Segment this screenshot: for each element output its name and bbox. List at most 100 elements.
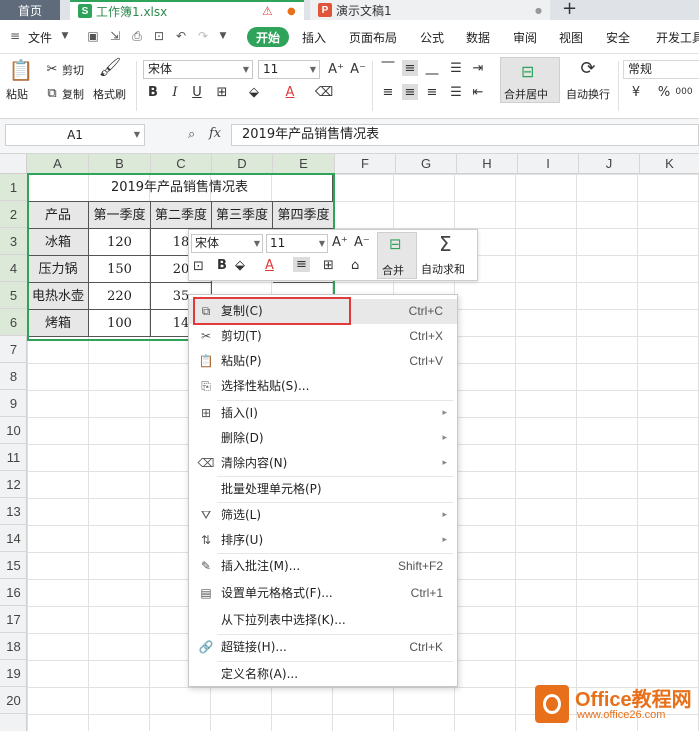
row-header[interactable]: 1 <box>0 174 27 201</box>
menu-security[interactable]: 安全 <box>606 29 630 46</box>
row-header[interactable]: 8 <box>0 363 27 390</box>
menu-item-sort[interactable]: ⇅ 排序(U) ▸ <box>189 528 457 553</box>
wrap-text-button[interactable]: 自动换行 <box>566 86 610 102</box>
row-header[interactable]: 5 <box>0 282 27 309</box>
mini-autosum-button[interactable]: 自动求和 <box>421 261 465 277</box>
save-icon[interactable]: ▣ <box>86 29 100 43</box>
menu-item-paste[interactable]: 📋 粘贴(P) Ctrl+V <box>189 349 457 374</box>
fill-color-icon[interactable]: ⬙ <box>235 258 245 273</box>
column-header-f[interactable]: F <box>335 154 396 174</box>
clear-format-icon[interactable]: ⌂ <box>351 258 359 273</box>
menu-formulas[interactable]: 公式 <box>420 29 444 46</box>
row-header[interactable]: 20 <box>0 687 27 714</box>
chevron-down-icon[interactable]: ▼ <box>216 29 230 43</box>
new-tab-button[interactable]: + <box>562 0 577 19</box>
merge-center-button[interactable]: ⊟ 合并居中 <box>500 57 560 103</box>
table-cell[interactable]: 压力锅 <box>27 256 89 283</box>
tab-presentation[interactable]: P 演示文稿1 ● <box>310 0 550 20</box>
row-header[interactable]: 12 <box>0 471 27 498</box>
menu-data[interactable]: 数据 <box>466 29 490 46</box>
print-preview-icon[interactable]: ⊡ <box>152 29 166 43</box>
column-header-e[interactable]: E <box>273 154 335 174</box>
align-middle-icon[interactable]: ≡ <box>402 60 418 76</box>
row-header[interactable]: 15 <box>0 552 27 579</box>
chevron-down-icon[interactable]: ▼ <box>58 29 72 43</box>
menu-item-insert[interactable]: ⊞ 插入(I) ▸ <box>189 401 457 426</box>
cut-button[interactable]: 剪切 <box>62 62 84 78</box>
column-header-g[interactable]: G <box>396 154 457 174</box>
table-header-cell[interactable]: 第一季度 <box>89 202 151 229</box>
indent-icon[interactable]: ⇥ <box>470 60 486 76</box>
mini-merge-button[interactable]: ⊟ 合并 <box>377 232 417 279</box>
menu-start[interactable]: 开始 <box>247 27 289 47</box>
menu-item-clear-contents[interactable]: ⌫ 清除内容(N) ▸ <box>189 451 457 476</box>
column-header-b[interactable]: B <box>89 154 151 174</box>
table-cell[interactable]: 烤箱 <box>27 310 89 337</box>
menu-item-hyperlink[interactable]: 🔗 超链接(H)... Ctrl+K <box>189 635 457 660</box>
copy-icon[interactable]: ⧉ <box>44 85 60 101</box>
menu-item-batch-process[interactable]: 批量处理单元格(P) <box>189 477 457 502</box>
fx-button[interactable]: fx <box>209 126 221 141</box>
align-justify-icon[interactable]: ☰ <box>448 60 464 76</box>
font-name-select[interactable]: 宋体 ▼ <box>143 60 253 79</box>
column-header-k[interactable]: K <box>640 154 699 174</box>
menu-item-filter[interactable]: ⛛ 筛选(L) ▸ <box>189 503 457 528</box>
row-header[interactable]: 6 <box>0 309 27 336</box>
increase-font-icon[interactable]: A⁺ <box>328 61 344 77</box>
copy-button[interactable]: 复制 <box>62 86 84 102</box>
border-icon[interactable]: ⊞ <box>214 84 230 100</box>
format-painter-icon[interactable]: 🖌 <box>99 57 122 78</box>
italic-button[interactable]: I <box>167 84 183 100</box>
hamburger-icon[interactable]: ≡ <box>8 29 22 43</box>
number-format-select[interactable]: 常规 <box>623 60 699 79</box>
thousands-button[interactable]: 000 <box>675 84 692 100</box>
menu-insert[interactable]: 插入 <box>302 29 326 46</box>
table-header-cell[interactable]: 第二季度 <box>151 202 212 229</box>
align-top-icon[interactable]: ⎺ <box>380 60 396 76</box>
align-center-icon[interactable]: ≡ <box>402 84 418 100</box>
table-style-icon[interactable]: ⊡ <box>193 259 204 274</box>
column-header-a[interactable]: A <box>27 154 89 174</box>
mini-font-name-select[interactable]: 宋体 ▼ <box>191 234 263 253</box>
menu-review[interactable]: 审阅 <box>513 29 537 46</box>
table-cell[interactable]: 冰箱 <box>27 229 89 256</box>
export-icon[interactable]: ⇲ <box>108 29 122 43</box>
row-header[interactable]: 3 <box>0 228 27 255</box>
paste-button[interactable]: 粘贴 <box>6 86 28 102</box>
align-center-icon[interactable]: ≡ <box>293 257 310 272</box>
table-cell[interactable]: 150 <box>89 256 151 283</box>
menu-view[interactable]: 视图 <box>559 29 583 46</box>
fill-color-icon[interactable]: ⬙ <box>246 84 262 100</box>
sum-icon[interactable]: Σ <box>439 232 452 256</box>
row-header[interactable]: 18 <box>0 633 27 660</box>
formula-input[interactable]: 2019年产品销售情况表 <box>231 124 699 146</box>
undo-icon[interactable]: ↶ <box>174 29 188 43</box>
row-header[interactable]: 7 <box>0 336 27 363</box>
column-header-d[interactable]: D <box>212 154 273 174</box>
bold-button[interactable]: B <box>145 84 161 100</box>
print-icon[interactable]: ⎙ <box>130 29 144 43</box>
column-header-j[interactable]: J <box>579 154 640 174</box>
decrease-font-icon[interactable]: A⁻ <box>350 61 366 77</box>
row-header[interactable]: 17 <box>0 606 27 633</box>
scissors-icon[interactable]: ✂ <box>44 61 60 77</box>
redo-icon[interactable]: ↷ <box>196 29 210 43</box>
menu-file[interactable]: 文件 <box>28 29 52 46</box>
table-title-cell[interactable]: 2019年产品销售情况表 <box>27 174 333 202</box>
menu-developer[interactable]: 开发工具 <box>656 29 699 46</box>
mini-font-color-button[interactable]: A <box>265 258 274 273</box>
align-bottom-icon[interactable]: ⎽ <box>424 60 440 76</box>
table-header-cell[interactable]: 第三季度 <box>212 202 273 229</box>
select-all-corner[interactable] <box>0 154 27 174</box>
row-header[interactable]: 16 <box>0 579 27 606</box>
decrease-font-icon[interactable]: A⁻ <box>354 235 370 250</box>
menu-item-define-name[interactable]: 定义名称(A)... <box>189 662 457 687</box>
row-header[interactable]: 2 <box>0 201 27 228</box>
table-cell[interactable]: 220 <box>89 283 151 310</box>
distribute-icon[interactable]: ☰ <box>448 84 464 100</box>
menu-item-insert-comment[interactable]: ✎ 插入批注(M)... Shift+F2 <box>189 554 457 579</box>
name-box[interactable]: A1 ▼ <box>5 124 145 146</box>
row-header[interactable]: 13 <box>0 498 27 525</box>
menu-item-delete[interactable]: 删除(D) ▸ <box>189 426 457 451</box>
format-painter-button[interactable]: 格式刷 <box>93 86 126 102</box>
